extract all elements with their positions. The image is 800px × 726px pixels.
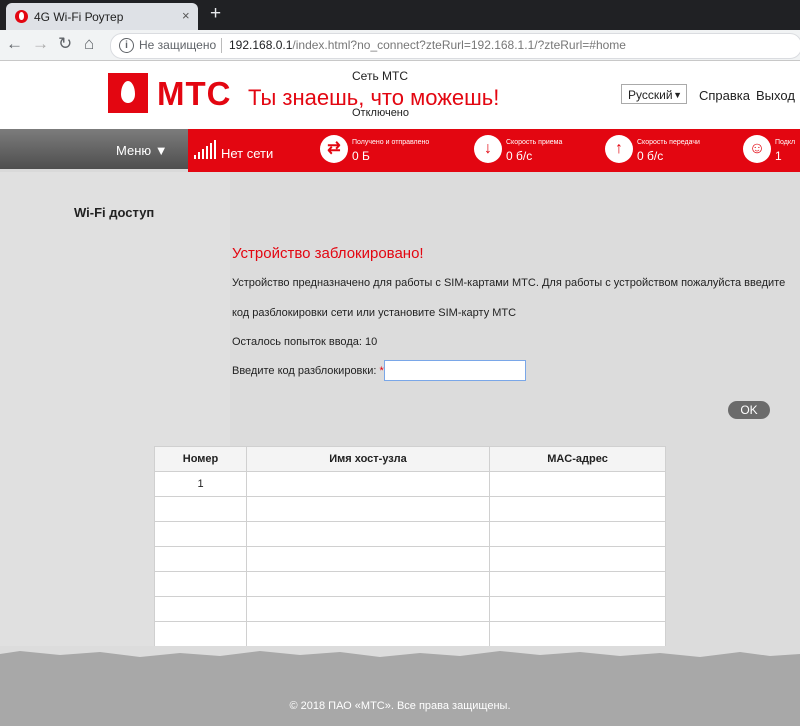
table-row: 1 xyxy=(154,471,666,497)
table-cell xyxy=(246,596,490,622)
reload-icon[interactable]: ↻ xyxy=(58,32,72,56)
signal-status: Нет сети xyxy=(221,146,274,161)
back-icon[interactable]: ← xyxy=(6,32,23,56)
table-cell: 1 xyxy=(154,471,247,497)
table-cell xyxy=(489,596,666,622)
table-cell xyxy=(489,621,666,647)
url-path: /index.html?no_connect?zteRurl=192.168.1… xyxy=(292,38,626,52)
table-cell xyxy=(246,571,490,597)
security-indicator[interactable]: Не защищено xyxy=(139,38,216,52)
traffic-value: 0 Б xyxy=(352,149,370,163)
tab-title: 4G Wi-Fi Роутер xyxy=(34,10,124,24)
table-row xyxy=(154,496,666,522)
rx-speed-label: Скорость приема xyxy=(506,139,563,146)
network-state: Отключено xyxy=(352,107,409,119)
url-host: 192.168.0.1 xyxy=(229,38,293,52)
table-cell xyxy=(154,571,247,597)
clients-value: 1 xyxy=(775,149,782,163)
menu-button[interactable]: Меню ▼ xyxy=(116,143,168,158)
column-mac: MAC-адрес xyxy=(489,446,666,472)
table-row xyxy=(154,521,666,547)
rx-speed-value: 0 б/с xyxy=(506,149,533,163)
brand-name: МТС xyxy=(157,75,232,112)
table-row xyxy=(154,546,666,572)
table-cell xyxy=(489,496,666,522)
table-cell xyxy=(154,546,247,572)
column-number: Номер xyxy=(154,446,247,472)
table-row xyxy=(154,621,666,647)
url-text[interactable]: 192.168.0.1/index.html?no_connect?zteRur… xyxy=(229,38,626,52)
upload-icon: ↑ xyxy=(605,135,633,163)
browser-toolbar: ← → ↻ ⌂ i Не защищено 192.168.0.1/index.… xyxy=(0,30,800,61)
table-cell xyxy=(154,596,247,622)
omnibox-divider xyxy=(221,38,222,53)
table-cell xyxy=(489,471,666,497)
traffic-label: Получено и отправлено xyxy=(352,139,430,146)
table-cell xyxy=(246,546,490,572)
chevron-down-icon: ▼ xyxy=(673,90,682,100)
table-cell xyxy=(246,496,490,522)
new-tab-icon[interactable]: + xyxy=(210,3,221,25)
logout-link[interactable]: Выход xyxy=(756,88,795,103)
help-link[interactable]: Справка xyxy=(699,88,750,103)
home-icon[interactable]: ⌂ xyxy=(84,32,94,56)
language-value: Русский xyxy=(628,88,673,102)
attempts-left: Осталось попыток ввода: 10 xyxy=(232,336,378,348)
blocked-message-line2: код разблокировки сети или установите SI… xyxy=(232,307,517,319)
blocked-title: Устройство заблокировано! xyxy=(232,245,424,262)
mts-favicon-icon xyxy=(15,10,28,23)
host-table: Номер Имя хост-узла MAC-адрес 1 xyxy=(154,446,666,672)
status-bar: Нет сети ⇄ Получено и отправлено 0 Б ↓ С… xyxy=(188,129,800,172)
network-name: Сеть МТС xyxy=(352,69,409,83)
ok-button[interactable]: OK xyxy=(728,401,770,419)
unlock-code-label: Введите код разблокировки: * xyxy=(232,365,384,377)
table-header-row: Номер Имя хост-узла MAC-адрес xyxy=(154,446,666,472)
swap-icon: ⇄ xyxy=(320,135,348,163)
mts-logo-icon xyxy=(108,73,148,113)
footer-torn-edge xyxy=(0,646,800,657)
table-cell xyxy=(246,471,490,497)
tx-speed-value: 0 б/с xyxy=(637,149,664,163)
info-icon[interactable]: i xyxy=(119,38,134,53)
blocked-message-line1: Устройство предназначено для работы с SI… xyxy=(232,277,786,289)
tx-speed-label: Скорость передачи xyxy=(637,139,700,146)
user-icon: ☺ xyxy=(743,135,771,163)
browser-tab-strip: 4G Wi-Fi Роутер × + xyxy=(0,0,800,30)
logo-egg xyxy=(121,81,135,103)
table-row xyxy=(154,571,666,597)
table-cell xyxy=(246,621,490,647)
table-cell xyxy=(154,496,247,522)
copyright: © 2018 ПАО «МТС». Все права защищены. xyxy=(289,700,511,712)
browser-tab[interactable]: 4G Wi-Fi Роутер × xyxy=(6,3,198,30)
table-cell xyxy=(489,546,666,572)
clients-label: Подкл xyxy=(775,139,796,146)
unlock-code-label-text: Введите код разблокировки: xyxy=(232,365,377,377)
table-cell xyxy=(489,521,666,547)
table-cell xyxy=(489,571,666,597)
unlock-code-input[interactable] xyxy=(384,360,526,381)
forward-icon[interactable]: → xyxy=(32,32,49,56)
menu-strip: Меню ▼ xyxy=(0,129,188,169)
tab-close-icon[interactable]: × xyxy=(182,8,190,23)
page-title: Wi-Fi доступ xyxy=(74,205,155,220)
table-row xyxy=(154,596,666,622)
site-header: МТС Ты знаешь, что можешь! Сеть МТС Откл… xyxy=(0,61,800,129)
table-cell xyxy=(154,621,247,647)
column-hostname: Имя хост-узла xyxy=(246,446,490,472)
address-bar[interactable]: i Не защищено 192.168.0.1/index.html?no_… xyxy=(110,33,800,59)
download-icon: ↓ xyxy=(474,135,502,163)
language-select[interactable]: Русский ▼ xyxy=(621,84,687,104)
table-cell xyxy=(154,521,247,547)
table-cell xyxy=(246,521,490,547)
